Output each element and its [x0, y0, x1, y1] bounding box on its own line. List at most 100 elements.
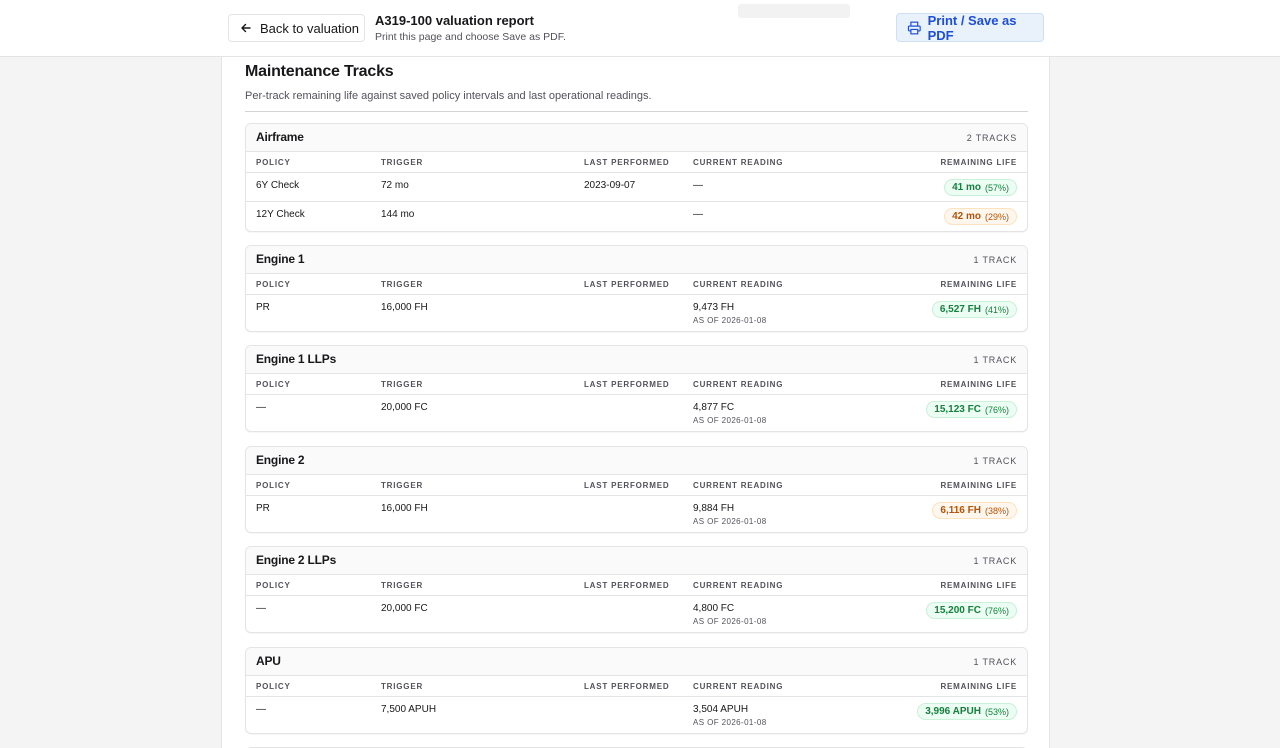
policy-cell: —	[256, 402, 266, 413]
track-group-apu: APU 1 TRACK POLICY TRIGGER LAST PERFORMED CUR…	[245, 647, 1028, 734]
current-reading-cell: —	[693, 180, 703, 191]
group-name: Airframe	[256, 130, 304, 144]
reading-date: AS OF 2026-01-08	[693, 718, 767, 727]
policy-cell: —	[256, 704, 266, 715]
column-headers: POLICY TRIGGER LAST PERFORMED CURRENT READI…	[246, 152, 1027, 173]
track-group-engine-2-llps: Engine 2 LLPs 1 TRACK POLICY TRIGGER LAST PE…	[245, 546, 1028, 633]
table-row: PR 16,000 FH 9,884 FH AS OF 2026-01-08 6,116…	[246, 496, 1027, 532]
reading-date: AS OF 2026-01-08	[693, 416, 767, 425]
remaining-value: 15,123 FC	[934, 404, 981, 415]
col-current-reading: CURRENT READING	[693, 280, 784, 289]
col-remaining-life: REMAINING LIFE	[940, 481, 1017, 490]
blurred-placeholder	[738, 4, 850, 18]
remaining-value: 6,116 FH	[940, 505, 981, 516]
remaining-life-badge: 3,996 APUH (53%)	[917, 703, 1017, 720]
section-title: Maintenance Tracks	[245, 63, 394, 80]
print-save-pdf-button[interactable]: Print / Save as PDF	[896, 12, 1044, 43]
col-trigger: TRIGGER	[381, 280, 424, 289]
col-current-reading: CURRENT READING	[693, 682, 784, 691]
group-header: APU 1 TRACK	[246, 648, 1027, 676]
col-trigger: TRIGGER	[381, 158, 424, 167]
policy-cell: PR	[256, 302, 270, 313]
group-name: Engine 2 LLPs	[256, 553, 337, 567]
col-last-performed: LAST PERFORMED	[584, 280, 670, 289]
back-button-label: Back to valuation	[260, 20, 360, 36]
trigger-cell: 20,000 FC	[381, 603, 428, 614]
remaining-life-badge: 6,527 FH (41%)	[931, 301, 1017, 318]
policy-cell: PR	[256, 503, 270, 514]
current-reading-cell: —	[693, 209, 703, 220]
track-group-engine-2: Engine 2 1 TRACK POLICY TRIGGER LAST PERFORM…	[245, 446, 1028, 533]
col-trigger: TRIGGER	[381, 481, 424, 490]
group-header: Airframe 2 TRACKS	[246, 124, 1027, 152]
remaining-value: 42 mo	[952, 211, 981, 222]
track-group-engine-1: Engine 1 1 TRACK POLICY TRIGGER LAST PERFORM…	[245, 245, 1028, 332]
current-reading-cell: 4,877 FC	[693, 402, 735, 413]
table-row: — 20,000 FC 4,800 FC AS OF 2026-01-08 15,200…	[246, 596, 1027, 632]
track-count: 1 TRACK	[973, 456, 1017, 466]
group-header: Engine 1 LLPs 1 TRACK	[246, 346, 1027, 374]
remaining-value: 6,527 FH	[939, 304, 981, 315]
col-last-performed: LAST PERFORMED	[584, 158, 670, 167]
group-header: Engine 2 1 TRACK	[246, 447, 1027, 475]
remaining-percent: (57%)	[984, 182, 1009, 193]
print-button-label: Print / Save as PDF	[927, 12, 1017, 43]
col-remaining-life: REMAINING LIFE	[940, 682, 1017, 691]
col-trigger: TRIGGER	[381, 682, 424, 691]
track-count: 1 TRACK	[973, 657, 1017, 667]
divider	[245, 111, 1028, 112]
col-current-reading: CURRENT READING	[693, 581, 784, 590]
top-toolbar: Back to valuation A319-100 valuation rep…	[0, 0, 1280, 57]
col-last-performed: LAST PERFORMED	[584, 581, 670, 590]
table-row: — 7,500 APUH 3,504 APUH AS OF 2026-01-08 3,9…	[246, 697, 1027, 733]
col-policy: POLICY	[256, 158, 291, 167]
track-count: 1 TRACK	[973, 355, 1017, 365]
col-current-reading: CURRENT READING	[693, 380, 784, 389]
remaining-life-badge: 15,200 FC (76%)	[926, 602, 1017, 619]
group-name: APU	[256, 654, 281, 668]
track-group-engine-1-llps: Engine 1 LLPs 1 TRACK POLICY TRIGGER LAST PE…	[245, 345, 1028, 432]
col-last-performed: LAST PERFORMED	[584, 481, 670, 490]
remaining-percent: (29%)	[984, 211, 1009, 222]
report-title: A319-100 valuation report	[375, 13, 534, 28]
trigger-cell: 16,000 FH	[381, 302, 428, 313]
trigger-cell: 72 mo	[381, 180, 409, 191]
col-policy: POLICY	[256, 581, 291, 590]
track-count: 1 TRACK	[973, 556, 1017, 566]
back-to-valuation-button[interactable]: Back to valuation	[228, 14, 365, 42]
col-remaining-life: REMAINING LIFE	[940, 581, 1017, 590]
current-reading-cell: 3,504 APUH	[693, 704, 749, 715]
col-current-reading: CURRENT READING	[693, 481, 784, 490]
col-trigger: TRIGGER	[381, 581, 424, 590]
remaining-percent: (76%)	[984, 605, 1009, 616]
col-remaining-life: REMAINING LIFE	[940, 158, 1017, 167]
remaining-life-badge: 41 mo (57%)	[944, 179, 1017, 196]
current-reading-cell: 9,473 FH	[693, 302, 735, 313]
col-policy: POLICY	[256, 682, 291, 691]
section-subtitle: Per-track remaining life against saved p…	[245, 90, 652, 102]
column-headers: POLICY TRIGGER LAST PERFORMED CURRENT READI…	[246, 274, 1027, 295]
group-name: Engine 1 LLPs	[256, 352, 337, 366]
current-reading-cell: 4,800 FC	[693, 603, 735, 614]
reading-date: AS OF 2026-01-08	[693, 316, 767, 325]
trigger-cell: 20,000 FC	[381, 402, 428, 413]
col-last-performed: LAST PERFORMED	[584, 380, 670, 389]
remaining-percent: (38%)	[984, 505, 1009, 516]
col-policy: POLICY	[256, 380, 291, 389]
col-remaining-life: REMAINING LIFE	[940, 280, 1017, 289]
trigger-cell: 144 mo	[381, 209, 415, 220]
policy-cell: 6Y Check	[256, 180, 300, 191]
col-current-reading: CURRENT READING	[693, 158, 784, 167]
group-name: Engine 1	[256, 252, 305, 266]
remaining-life-badge: 42 mo (29%)	[944, 208, 1017, 225]
column-headers: POLICY TRIGGER LAST PERFORMED CURRENT READI…	[246, 475, 1027, 496]
remaining-life-badge: 6,116 FH (38%)	[932, 502, 1017, 519]
column-headers: POLICY TRIGGER LAST PERFORMED CURRENT READI…	[246, 374, 1027, 395]
col-policy: POLICY	[256, 280, 291, 289]
report-subtitle: Print this page and choose Save as PDF.	[375, 31, 566, 43]
current-reading-cell: 9,884 FH	[693, 503, 735, 514]
remaining-value: 3,996 APUH	[925, 706, 981, 717]
policy-cell: —	[256, 603, 266, 614]
col-policy: POLICY	[256, 481, 291, 490]
remaining-value: 15,200 FC	[934, 605, 981, 616]
